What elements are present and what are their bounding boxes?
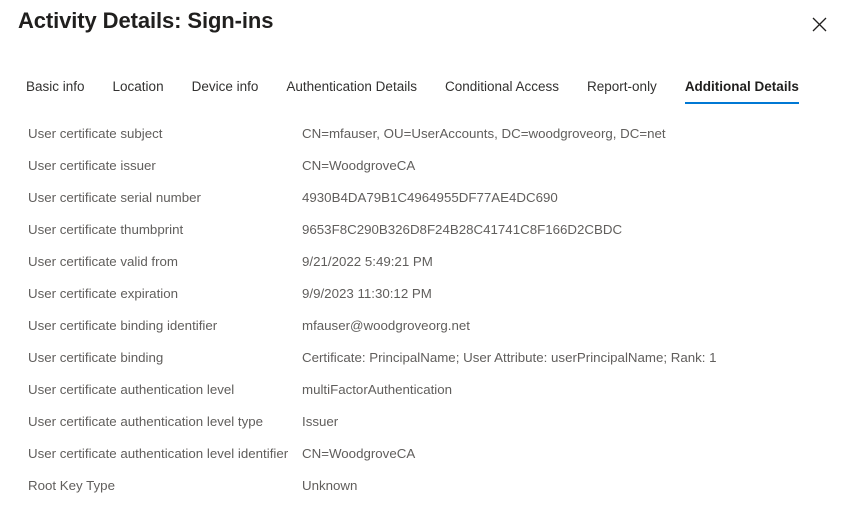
detail-value: multiFactorAuthentication [302, 382, 453, 397]
detail-value: 9/9/2023 11:30:12 PM [302, 286, 432, 301]
tab-report-only[interactable]: Report-only [587, 78, 657, 104]
detail-label: User certificate authentication level [28, 382, 235, 397]
detail-row: User certificate issuer CN=WoodgroveCA [0, 150, 849, 182]
details-list: User certificate subject CN=mfauser, OU=U… [0, 118, 849, 502]
detail-label: User certificate serial number [28, 190, 201, 205]
detail-label: User certificate authentication level id… [28, 446, 289, 461]
detail-value: CN=WoodgroveCA [302, 446, 416, 461]
tab-authentication-details[interactable]: Authentication Details [286, 78, 417, 104]
detail-row: User certificate thumbprint 9653F8C290B32… [0, 214, 849, 246]
tab-list: Basic info Location Device info Authenticat… [0, 78, 849, 108]
detail-value: CN=WoodgroveCA [302, 158, 416, 173]
tab-device-info[interactable]: Device info [192, 78, 259, 104]
detail-value: 4930B4DA79B1C4964955DF77AE4DC690 [302, 190, 558, 205]
detail-label: User certificate thumbprint [28, 222, 184, 237]
detail-row: User certificate subject CN=mfauser, OU=U… [0, 118, 849, 150]
detail-row: Root Key Type Unknown [0, 470, 849, 502]
detail-label: Root Key Type [28, 478, 115, 493]
detail-value: CN=mfauser, OU=UserAccounts, DC=woodgrov… [302, 126, 666, 141]
detail-label: User certificate valid from [28, 254, 178, 269]
detail-label: User certificate subject [28, 126, 163, 141]
detail-value: Certificate: PrincipalName; User Attribu… [302, 350, 717, 365]
tab-conditional-access[interactable]: Conditional Access [445, 78, 559, 104]
detail-row: User certificate serial number 4930B4DA79… [0, 182, 849, 214]
close-icon [812, 17, 827, 32]
detail-label: User certificate binding identifier [28, 318, 218, 333]
detail-row: User certificate binding Certificate: Pri… [0, 342, 849, 374]
detail-row: User certificate authentication level mul… [0, 374, 849, 406]
detail-value: 9653F8C290B326D8F24B28C41741C8F166D2CBDC [302, 222, 623, 237]
detail-label: User certificate authentication level ty… [28, 414, 264, 429]
detail-value: mfauser@woodgroveorg.net [302, 318, 470, 333]
panel-header: Activity Details: Sign-ins [0, 0, 849, 60]
detail-row: User certificate valid from 9/21/2022 5:4… [0, 246, 849, 278]
detail-value: Unknown [302, 478, 358, 493]
detail-label: User certificate expiration [28, 286, 179, 301]
detail-row: User certificate authentication level id… [0, 438, 849, 470]
detail-value: Issuer [302, 414, 339, 429]
detail-value: 9/21/2022 5:49:21 PM [302, 254, 433, 269]
tab-additional-details[interactable]: Additional Details [684, 78, 799, 104]
detail-row: User certificate binding identifier mfaus… [0, 310, 849, 342]
tab-location[interactable]: Location [113, 78, 164, 104]
close-button[interactable] [803, 8, 835, 40]
page-title: Activity Details: Sign-ins [18, 8, 274, 33]
detail-row: User certificate authentication level ty… [0, 406, 849, 438]
activity-details-panel: Activity Details: Sign-ins Basic info Loc… [0, 0, 849, 527]
detail-label: User certificate binding [28, 350, 164, 365]
tab-basic-info[interactable]: Basic info [26, 78, 85, 104]
detail-label: User certificate issuer [28, 158, 156, 173]
detail-row: User certificate expiration 9/9/2023 11:3… [0, 278, 849, 310]
